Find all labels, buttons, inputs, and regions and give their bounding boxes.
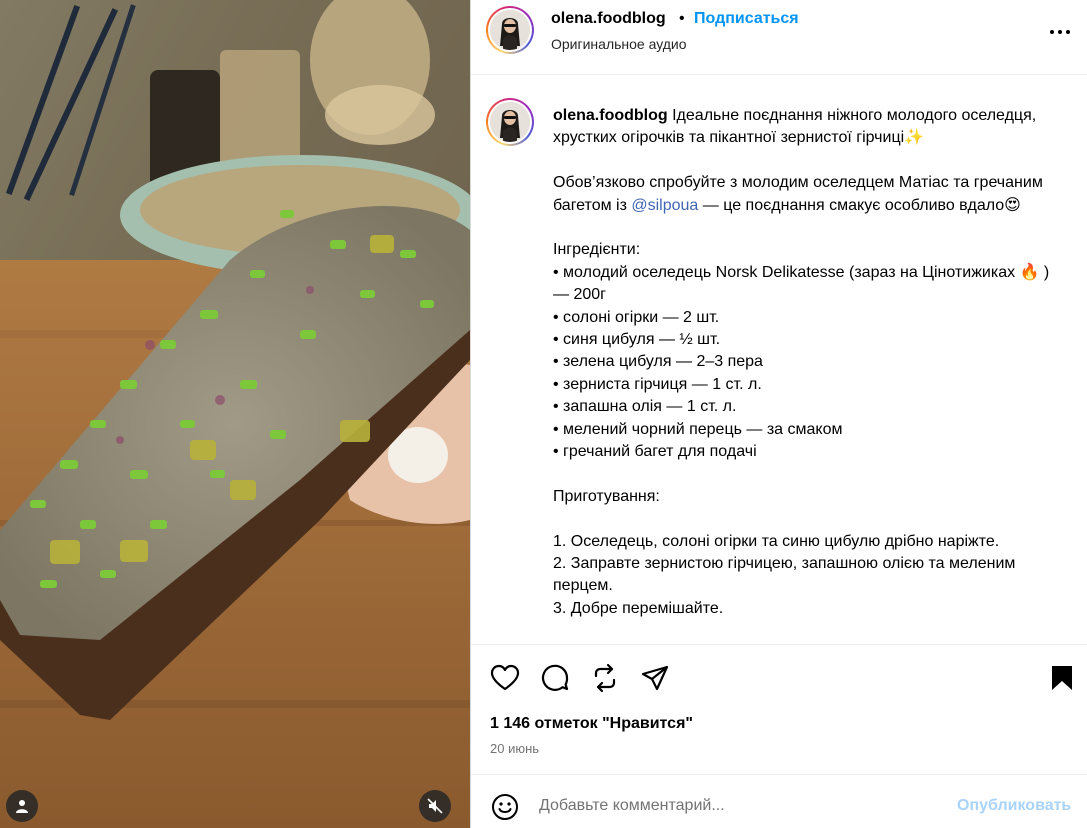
mention-link[interactable]: @silpoua bbox=[631, 197, 698, 214]
bookmark-icon[interactable] bbox=[1047, 663, 1077, 693]
ingredient-item: • солоні огірки — 2 шт. bbox=[553, 308, 720, 326]
ingredient-item: • мелений чорний перець — за смаком bbox=[553, 420, 843, 438]
ingredient-item: • гречаний багет для подачі bbox=[553, 443, 757, 461]
heart-icon[interactable] bbox=[490, 663, 520, 693]
ingredient-item: • зелена цибуля — 2–3 пера bbox=[553, 353, 763, 371]
post-date[interactable]: 20 июнь bbox=[490, 741, 539, 756]
caption-section: olena.foodblog Ідеальне поєднання ніжног… bbox=[471, 76, 1087, 644]
ingredient-item: • синя цибуля — ½ шт. bbox=[553, 331, 721, 349]
audio-muted-icon bbox=[427, 798, 443, 814]
original-audio-link[interactable]: Оригинальное аудио bbox=[551, 36, 687, 52]
more-horizontal-icon[interactable] bbox=[1047, 22, 1073, 42]
step-item: 1. Оселедець, солоні огірки та синю цибу… bbox=[553, 532, 1000, 550]
step-item: 2. Заправте зернистою гірчицею, запашною… bbox=[553, 555, 1016, 595]
ingredients-title: Інгредієнти: bbox=[553, 241, 641, 259]
post-media[interactable] bbox=[0, 0, 470, 828]
ingredient-item: • молодий оселедець Norsk Delikatesse (з… bbox=[553, 263, 1050, 304]
ingredient-item: • зерниста гірчиця — 1 ст. л. bbox=[553, 375, 762, 393]
post-actions: 1 146 отметок "Нравится" 20 июнь bbox=[471, 644, 1087, 774]
caption-para2-after: — це поєднання смакує особливо вдало😍 bbox=[698, 196, 1021, 214]
caption-text: olena.foodblog Ідеальне поєднання ніжног… bbox=[553, 105, 1063, 620]
mute-button[interactable] bbox=[419, 790, 451, 822]
post-side-panel: olena.foodblog • Подписаться Оригинально… bbox=[470, 0, 1087, 828]
follow-button[interactable]: Подписаться bbox=[694, 10, 799, 28]
avatar-image bbox=[490, 102, 530, 142]
post-photo bbox=[0, 0, 470, 828]
comment-bar: Опубликовать bbox=[471, 774, 1087, 828]
tagged-users-button[interactable] bbox=[6, 790, 38, 822]
comment-icon[interactable] bbox=[540, 663, 570, 693]
caption-intro: olena.foodblog Ідеальне поєднання ніжног… bbox=[553, 105, 1063, 150]
caption-author-avatar[interactable] bbox=[486, 98, 534, 146]
ingredient-item: • запашна олія — 1 ст. л. bbox=[553, 398, 737, 416]
steps-title: Приготування: bbox=[553, 487, 660, 505]
step-item: 3. Добре перемішайте. bbox=[553, 599, 724, 617]
avatar-image bbox=[490, 10, 530, 50]
user-icon bbox=[16, 800, 28, 813]
repost-icon[interactable] bbox=[590, 663, 620, 693]
author-username[interactable]: olena.foodblog bbox=[551, 10, 666, 28]
caption-paragraph-2: Обов’язково спробуйте з молодим оселедце… bbox=[553, 172, 1063, 217]
comment-input[interactable] bbox=[539, 793, 939, 819]
caption-username[interactable]: olena.foodblog bbox=[553, 107, 668, 124]
likes-count[interactable]: 1 146 отметок "Нравится" bbox=[490, 715, 693, 733]
share-icon[interactable] bbox=[640, 663, 670, 693]
separator-dot: • bbox=[679, 10, 685, 27]
post-header: olena.foodblog • Подписаться Оригинально… bbox=[471, 0, 1087, 75]
emoji-icon[interactable] bbox=[491, 793, 519, 821]
publish-button[interactable]: Опубликовать bbox=[957, 797, 1071, 815]
author-avatar[interactable] bbox=[486, 6, 534, 54]
